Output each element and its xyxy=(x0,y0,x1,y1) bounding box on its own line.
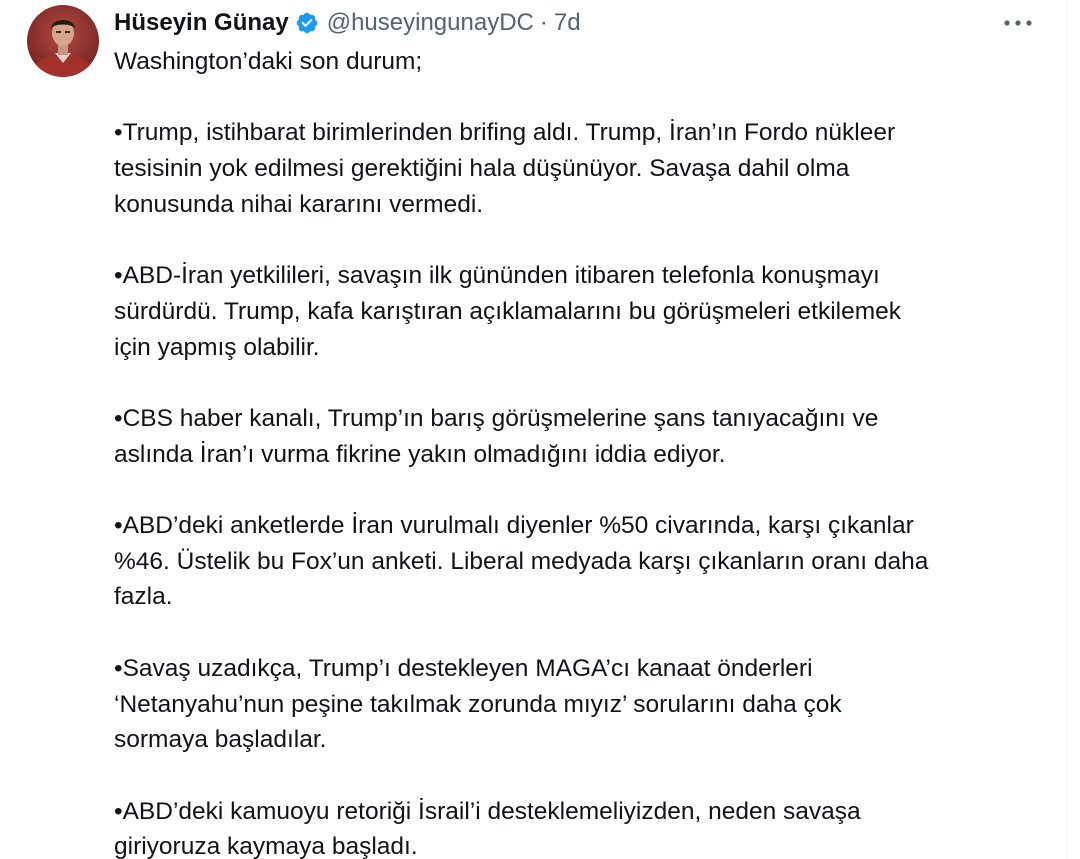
author-handle[interactable]: @huseyingunayDC xyxy=(327,9,534,37)
tweet[interactable]: Hüseyin Günay @huseyingunayDC · 7d Washi… xyxy=(0,0,1080,859)
avatar-photo xyxy=(27,5,99,77)
tweet-paragraph-briefing: •Trump, istihbarat birimlerinden brifing… xyxy=(114,119,896,218)
timeline-border xyxy=(1067,0,1068,859)
separator-dot: · xyxy=(539,9,548,36)
tweet-text: Washington’daki son durum; •Trump, istih… xyxy=(114,44,1034,859)
more-options-button[interactable] xyxy=(1002,8,1034,38)
tweet-paragraph-rhetoric: •ABD’deki kamuoyu retoriği İsrail’i dest… xyxy=(114,797,861,859)
tweet-paragraph-intro: Washington’daki son durum; xyxy=(114,48,423,75)
tweet-paragraph-polls: •ABD’deki anketlerde İran vurulmalı diye… xyxy=(114,512,929,611)
tweet-paragraph-phone-talks: •ABD-İran yetkilileri, savaşın ilk günün… xyxy=(114,262,902,361)
author-display-name[interactable]: Hüseyin Günay xyxy=(114,9,289,37)
more-options-icon xyxy=(1004,20,1032,26)
avatar[interactable] xyxy=(27,5,99,77)
tweet-paragraph-maga: •Savaş uzadıkça, Trump’ı destekleyen MAG… xyxy=(114,654,842,754)
verified-badge-icon[interactable] xyxy=(295,11,319,35)
tweet-header: Hüseyin Günay @huseyingunayDC · 7d xyxy=(114,4,581,42)
tweet-paragraph-cbs: •CBS haber kanalı, Trump’ın barış görüşm… xyxy=(114,404,879,468)
tweet-timestamp[interactable]: 7d xyxy=(554,9,581,37)
